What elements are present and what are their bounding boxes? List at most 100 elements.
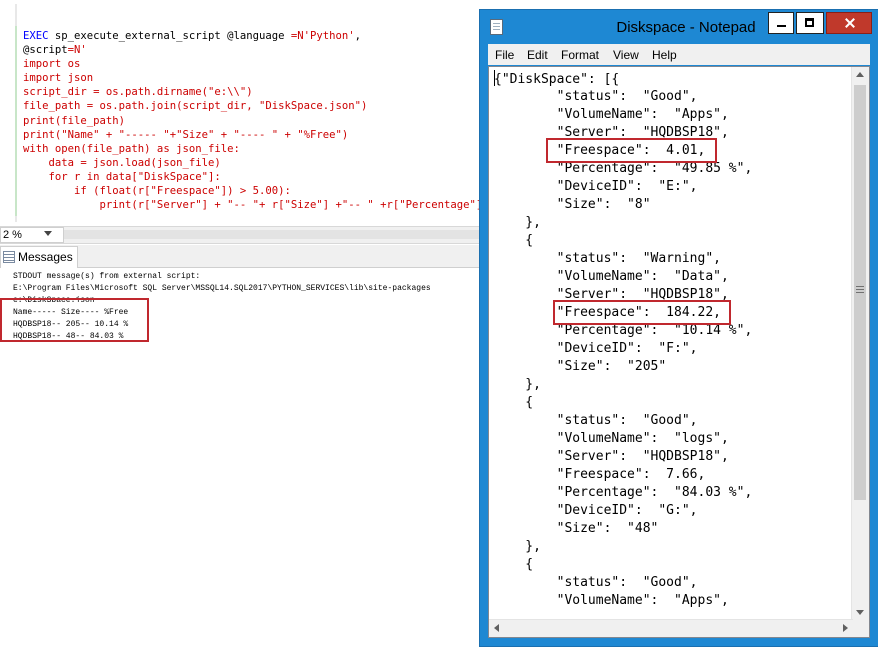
code-token: if (float(r["Freespace"]) > 5.00): <box>23 185 291 198</box>
highlight-box-freespace-2 <box>553 300 731 325</box>
code-line: print("Name" + "----- "+"Size" + "---- "… <box>23 128 495 142</box>
code-line: @script=N' <box>23 43 495 57</box>
zoom-dropdown[interactable]: 2 % <box>0 227 64 243</box>
text-line: "DeviceID": "E:", <box>494 178 752 196</box>
text-line: "DeviceID": "G:", <box>494 502 752 520</box>
text-line-content: }, <box>494 539 541 554</box>
code-token: for r in data["DiskSpace"]: <box>23 170 221 183</box>
text-line: "VolumeName": "Data", <box>494 268 752 286</box>
code-token: import json <box>23 72 94 85</box>
text-line: "Percentage": "84.03 %", <box>494 484 753 502</box>
messages-pane[interactable]: STDOUT message(s) from external script: E… <box>0 268 540 650</box>
text-line: { <box>494 556 752 574</box>
code-token: EXEC <box>23 30 49 42</box>
code-token: file_path = os.path.join(script_dir, "Di… <box>23 100 368 113</box>
text-line-content: "Percentage": "10.14 %", <box>494 323 753 338</box>
text-line: "Freespace": 7.66, <box>494 466 752 484</box>
minimize-button[interactable] <box>768 12 794 34</box>
text-line-content: "status": "Good", <box>494 89 698 104</box>
editor-status-bar: 2 % <box>0 226 540 244</box>
text-line-content: "DeviceID": "G:", <box>494 503 698 518</box>
text-line: "status": "Good", <box>494 88 752 106</box>
code-text[interactable]: EXEC sp_execute_external_script @languag… <box>23 29 495 212</box>
code-token: sp_execute_external_script @language <box>48 30 291 42</box>
vertical-scrollbar[interactable] <box>851 67 869 620</box>
text-line: "VolumeName": "logs", <box>494 430 752 448</box>
code-line: print(file_path) <box>23 114 495 128</box>
text-line: }, <box>494 376 752 394</box>
text-line: "status": "Warning", <box>494 250 752 268</box>
code-line: import json <box>23 71 495 85</box>
text-line: { <box>494 394 752 412</box>
code-line: with open(file_path) as json_file: <box>23 142 495 156</box>
text-line-content: "DeviceID": "E:", <box>494 179 698 194</box>
results-tab-bar: Messages <box>0 245 540 268</box>
tab-messages-label: Messages <box>18 250 73 264</box>
menu-edit[interactable]: Edit <box>527 48 548 62</box>
scrollbar-corner <box>852 620 869 637</box>
text-line-content: }, <box>494 215 541 230</box>
highlight-box-freespace-1 <box>546 138 717 163</box>
menu-help[interactable]: Help <box>652 48 677 62</box>
query-editor[interactable]: EXEC sp_execute_external_script @languag… <box>0 0 540 226</box>
code-line: file_path = os.path.join(script_dir, "Di… <box>23 99 495 113</box>
code-token: import os <box>23 58 81 71</box>
text-line-content: "Percentage": "49.85 %", <box>494 161 753 176</box>
text-line: "Server": "HQDBSP18", <box>494 448 752 466</box>
scroll-right-icon[interactable] <box>843 624 848 632</box>
text-line: {"DiskSpace": [{ <box>494 70 752 88</box>
text-line-content: "status": "Good", <box>494 575 698 590</box>
code-token: with open(file_path) as json_file: <box>23 142 240 155</box>
scroll-up-icon[interactable] <box>856 72 864 77</box>
text-line-content: "VolumeName": "Data", <box>494 269 729 284</box>
message-line: STDOUT message(s) from external script: <box>13 272 201 281</box>
code-token: =N' <box>67 44 87 57</box>
text-line-content: "Percentage": "84.03 %", <box>494 485 753 500</box>
text-line: "VolumeName": "Apps", <box>494 592 752 610</box>
menu-view[interactable]: View <box>613 48 639 62</box>
message-line: E:\Program Files\Microsoft SQL Server\MS… <box>13 284 431 293</box>
text-line-content: "status": "Good", <box>494 413 698 428</box>
code-line: if (float(r["Freespace"]) > 5.00): <box>23 184 495 198</box>
horizontal-scrollbar[interactable] <box>489 619 853 637</box>
change-tracking-margin <box>15 4 17 222</box>
notepad-text-area[interactable]: {"DiskSpace": [{ "status": "Good", "Volu… <box>488 66 870 638</box>
text-line-content: {"DiskSpace": [{ <box>494 72 620 87</box>
code-token: script_dir = os.path.dirname("e:\\") <box>23 86 253 99</box>
messages-icon <box>3 251 15 263</box>
tab-messages[interactable]: Messages <box>0 246 78 268</box>
code-line: print(r["Server"] + "-- "+ r["Size"] +"-… <box>23 198 495 212</box>
text-line-content: "Size": "205" <box>494 359 667 374</box>
menu-file[interactable]: File <box>495 48 514 62</box>
grip-icon <box>856 286 864 293</box>
chevron-down-icon[interactable] <box>44 231 52 236</box>
text-line-content: { <box>494 233 534 248</box>
highlight-box-output <box>0 298 149 342</box>
text-line: }, <box>494 538 752 556</box>
code-line: script_dir = os.path.dirname("e:\\") <box>23 85 495 99</box>
text-line-content: "Freespace": 7.66, <box>494 467 706 482</box>
text-line-content: "DeviceID": "F:", <box>494 341 698 356</box>
text-line-content: "Size": "8" <box>494 197 651 212</box>
code-token: data = json.load(json_file) <box>23 156 221 169</box>
maximize-button[interactable] <box>796 12 824 34</box>
code-token: print(r["Server"] + "-- "+ r["Size"] +"-… <box>23 199 495 212</box>
text-line: "Size": "8" <box>494 196 752 214</box>
text-line: { <box>494 232 752 250</box>
editor-horizontal-scrollbar[interactable] <box>64 230 484 239</box>
code-line: data = json.load(json_file) <box>23 156 495 170</box>
code-token: print("Name" + "----- "+"Size" + "---- "… <box>23 128 349 141</box>
code-token: =N'Python' <box>290 30 355 42</box>
close-button[interactable] <box>826 12 872 34</box>
scroll-left-icon[interactable] <box>494 624 499 632</box>
text-line-content: "VolumeName": "logs", <box>494 431 729 446</box>
notepad-window[interactable]: Diskspace - Notepad File Edit Format Vie… <box>480 10 878 646</box>
notepad-title-bar[interactable]: Diskspace - Notepad <box>480 10 878 44</box>
text-line: "status": "Good", <box>494 412 752 430</box>
scroll-down-icon[interactable] <box>856 610 864 615</box>
text-line-content: { <box>494 395 534 410</box>
code-token: print(file_path) <box>23 114 126 127</box>
text-line: "Size": "205" <box>494 358 752 376</box>
menu-format[interactable]: Format <box>561 48 599 62</box>
text-line-content: }, <box>494 377 541 392</box>
